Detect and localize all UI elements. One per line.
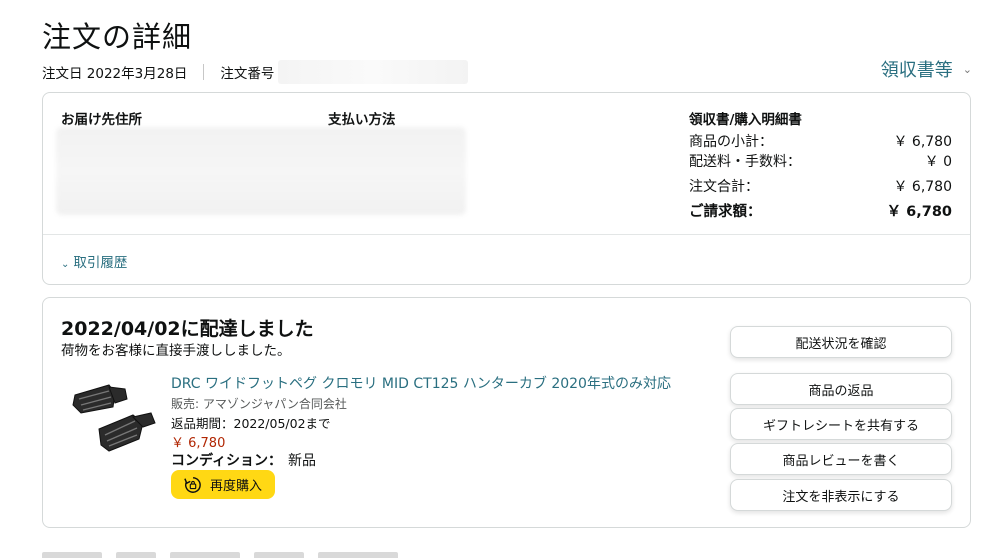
hide-order-button[interactable]: 注文を非表示にする bbox=[730, 479, 952, 511]
rebuy-icon bbox=[184, 476, 201, 493]
order-total-row: 注文合計： ￥ 6,780 bbox=[689, 176, 952, 196]
track-package-button[interactable]: 配送状況を確認 bbox=[730, 326, 952, 358]
order-total-value: ￥ 6,780 bbox=[893, 179, 952, 195]
product-name-link[interactable]: DRC ワイドフットペグ クロモリ MID CT125 ハンターカブ 2020年… bbox=[171, 373, 671, 393]
shipment-card: 2022/04/02に配達しました 荷物をお客様に直接手渡ししました。 DRC … bbox=[42, 297, 971, 528]
subtotal-label: 商品の小計： bbox=[689, 134, 773, 150]
delivery-status-title: 2022/04/02に配達しました bbox=[61, 318, 314, 340]
buy-again-button[interactable]: 再度購入 bbox=[171, 470, 275, 499]
condition-label: コンディション： bbox=[171, 453, 283, 469]
receipts-link[interactable]: 領収書等 bbox=[881, 56, 953, 82]
chevron-down-icon: ⌄ bbox=[962, 62, 972, 76]
shipping-address-heading: お届け先住所 bbox=[61, 112, 142, 128]
billed-amount-row: ご請求額： ￥ 6,780 bbox=[689, 200, 952, 221]
page-title: 注文の詳細 bbox=[42, 20, 193, 54]
delivery-note: 荷物をお客様に直接手渡ししました。 bbox=[61, 343, 291, 359]
transaction-history-label[interactable]: 取引履歴 bbox=[73, 255, 127, 271]
transaction-history-link[interactable]: ⌄ 取引履歴 bbox=[61, 251, 127, 271]
billed-amount-value: ￥ 6,780 bbox=[886, 204, 952, 220]
order-summary-card: お届け先住所 支払い方法 領収書/購入明細書 商品の小計： ￥ 6,780 配送… bbox=[42, 92, 971, 285]
meta-divider bbox=[203, 64, 205, 80]
condition: コンディション： 新品 bbox=[171, 450, 316, 470]
order-meta: 注文日 2022年3月28日 注文番号 bbox=[42, 60, 469, 84]
payment-method-heading: 支払い方法 bbox=[328, 112, 396, 128]
subtotal-value: ￥ 6,780 bbox=[893, 134, 952, 150]
product-image[interactable] bbox=[69, 373, 159, 463]
return-window: 返品期間：2022/05/02まで bbox=[171, 416, 331, 431]
billed-amount-label: ご請求額： bbox=[689, 204, 762, 220]
condition-value: 新品 bbox=[288, 453, 317, 469]
shipping-fee-row: 配送料・手数料： ￥ 0 bbox=[689, 151, 952, 171]
order-total-label: 注文合計： bbox=[689, 179, 759, 195]
chevron-down-icon: ⌄ bbox=[61, 259, 70, 270]
return-item-button[interactable]: 商品の返品 bbox=[730, 373, 952, 405]
shipping-fee-value: ￥ 0 bbox=[924, 154, 952, 170]
order-number-label: 注文番号 bbox=[220, 66, 275, 82]
order-number-redacted bbox=[278, 60, 469, 84]
cut-off-content bbox=[42, 545, 462, 558]
subtotal-row: 商品の小計： ￥ 6,780 bbox=[689, 131, 952, 151]
receipt-heading: 領収書/購入明細書 bbox=[689, 112, 802, 128]
card-divider bbox=[43, 234, 970, 235]
share-gift-receipt-button[interactable]: ギフトレシートを共有する bbox=[730, 408, 952, 440]
redacted-address-payment bbox=[56, 127, 466, 215]
order-date: 注文日 2022年3月28日 bbox=[42, 66, 188, 82]
shipping-fee-label: 配送料・手数料： bbox=[689, 154, 801, 170]
write-review-button[interactable]: 商品レビューを書く bbox=[730, 443, 952, 475]
seller-info: 販売: アマゾンジャパン合同会社 bbox=[171, 397, 347, 411]
product-price: ￥ 6,780 bbox=[171, 436, 226, 451]
buy-again-label[interactable]: 再度購入 bbox=[210, 475, 262, 494]
receipts-dropdown[interactable]: 領収書等 ⌄ bbox=[881, 56, 972, 82]
